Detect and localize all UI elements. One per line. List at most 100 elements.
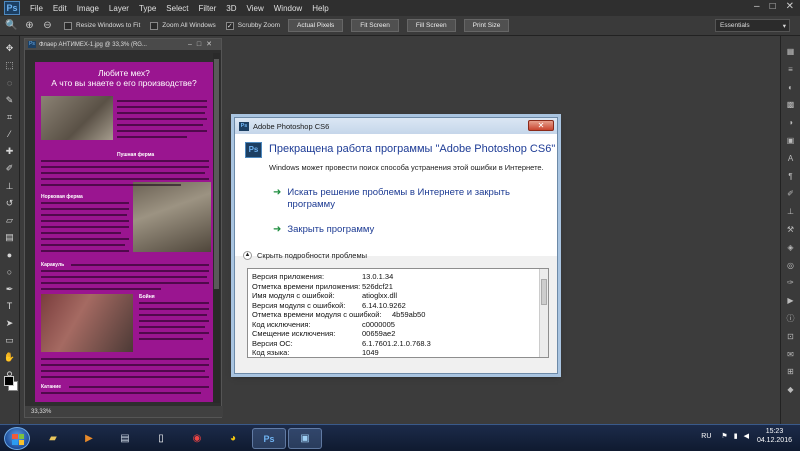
actual-pixels-button[interactable]: Actual Pixels: [288, 19, 344, 32]
flag-icon[interactable]: ⚑: [721, 432, 727, 440]
dialog-titlebar[interactable]: Ps Adobe Photoshop CS6 ✕: [235, 118, 557, 134]
eraser-tool-icon[interactable]: ▱: [3, 214, 16, 227]
app-window-icon: ▤: [120, 433, 130, 444]
menu-file[interactable]: File: [25, 4, 48, 13]
lasso-tool-icon[interactable]: ◌: [3, 76, 16, 89]
swatches-panel-icon[interactable]: ▩: [785, 99, 796, 110]
text-line: [139, 338, 203, 341]
foreground-color-swatch[interactable]: [4, 376, 14, 386]
layers-panel-icon[interactable]: ◈: [785, 242, 796, 253]
3d-panel-icon[interactable]: ◆: [785, 384, 796, 395]
tool-presets-panel-icon[interactable]: ⚒: [785, 224, 796, 235]
info-panel-icon[interactable]: ⓘ: [785, 313, 796, 324]
stamp-tool-icon[interactable]: ⊥: [3, 180, 16, 193]
fill-screen-button[interactable]: Fill Screen: [406, 19, 456, 32]
hand-tool-icon[interactable]: ✋: [3, 351, 16, 364]
language-indicator[interactable]: RU: [701, 433, 711, 440]
crop-tool-icon[interactable]: ⌗: [3, 111, 16, 124]
hide-details-toggle[interactable]: ▲ Скрыть подробности проблемы: [243, 251, 367, 260]
text-line: [41, 238, 129, 241]
path-select-tool-icon[interactable]: ➤: [3, 317, 16, 330]
taskbar-app-3[interactable]: ▤: [108, 428, 142, 449]
healing-tool-icon[interactable]: ✚: [3, 145, 16, 158]
problem-details-box[interactable]: Версия приложения: 13.0.1.34 Отметка врем…: [247, 268, 549, 358]
menu-select[interactable]: Select: [161, 4, 193, 13]
scrollbar-thumb[interactable]: [541, 279, 547, 305]
print-size-button[interactable]: Print Size: [463, 19, 510, 32]
move-tool-icon[interactable]: ✥: [3, 42, 16, 55]
scrollbar-thumb[interactable]: [214, 59, 219, 289]
document-window-controls[interactable]: –□✕: [188, 40, 217, 48]
zoom-tool-icon[interactable]: 🔍: [5, 19, 18, 32]
menu-window[interactable]: Window: [269, 4, 307, 13]
channels-panel-icon[interactable]: ◎: [785, 260, 796, 271]
details-row: Код языка: 1049: [252, 348, 542, 357]
menu-type[interactable]: Type: [134, 4, 161, 13]
quick-select-tool-icon[interactable]: ✎: [3, 94, 16, 107]
menu-edit[interactable]: Edit: [48, 4, 72, 13]
menu-image[interactable]: Image: [72, 4, 104, 13]
taskbar-chrome[interactable]: ◕: [216, 428, 250, 449]
taskbar-photoshop[interactable]: Ps: [252, 428, 286, 449]
brush-panel-icon[interactable]: ✐: [785, 188, 796, 199]
menu-layer[interactable]: Layer: [104, 4, 134, 13]
volume-icon[interactable]: ◀: [744, 432, 749, 440]
dialog-close-button[interactable]: ✕: [528, 120, 554, 131]
resize-windows-checkbox[interactable]: Resize Windows to Fit: [64, 21, 140, 30]
clone-source-panel-icon[interactable]: ⊥: [785, 206, 796, 217]
maximize-icon[interactable]: □: [770, 1, 776, 12]
search-solution-command[interactable]: ➜ Искать решение проблемы в Интернете и …: [273, 187, 543, 211]
actions-panel-icon[interactable]: ▶: [785, 295, 796, 306]
eyedropper-tool-icon[interactable]: ⁄: [3, 128, 16, 141]
styles-panel-icon[interactable]: ▣: [785, 135, 796, 146]
type-tool-icon[interactable]: T: [3, 300, 16, 313]
menu-3d[interactable]: 3D: [221, 4, 241, 13]
document-canvas[interactable]: Любите мех? А что вы знаете о его произв…: [35, 62, 213, 402]
minimize-icon[interactable]: –: [754, 1, 760, 12]
character-panel-icon[interactable]: A: [785, 153, 796, 164]
menu-view[interactable]: View: [242, 4, 269, 13]
taskbar-media-player[interactable]: ▶: [72, 428, 106, 449]
timeline-panel-icon[interactable]: ⊞: [785, 366, 796, 377]
start-button[interactable]: [4, 427, 30, 450]
zoom-in-icon[interactable]: ⊕: [23, 19, 36, 32]
scrubby-zoom-checkbox[interactable]: ✓ Scrubby Zoom: [225, 21, 280, 30]
document-scrollbar[interactable]: [213, 53, 220, 403]
history-brush-icon[interactable]: ↺: [3, 197, 16, 210]
history-panel-icon[interactable]: ▦: [785, 46, 796, 57]
notes-panel-icon[interactable]: ✉: [785, 349, 796, 360]
navigator-panel-icon[interactable]: ⊡: [785, 331, 796, 342]
taskbar-explorer[interactable]: ▰: [36, 428, 70, 449]
workspace-select[interactable]: Essentials ▾: [715, 19, 790, 32]
zoom-level[interactable]: 33,33%: [31, 409, 51, 415]
document-tab[interactable]: Ps Флаер АНТИМЕХ-1.jpg @ 33,3% (RG... –□…: [25, 39, 221, 50]
gradient-tool-icon[interactable]: ▤: [3, 231, 16, 244]
paths-panel-icon[interactable]: ✑: [785, 277, 796, 288]
zoom-all-checkbox[interactable]: Zoom All Windows: [150, 21, 216, 30]
network-icon[interactable]: ▮: [734, 432, 738, 440]
clock[interactable]: 15:23 04.12.2016: [757, 427, 792, 445]
hide-details-label: Скрыть подробности проблемы: [257, 251, 367, 260]
adjustments-panel-icon[interactable]: ◑: [785, 117, 796, 128]
paragraph-panel-icon[interactable]: ¶: [785, 171, 796, 182]
close-program-command[interactable]: ➜ Закрыть программу: [273, 224, 374, 236]
fit-screen-button[interactable]: Fit Screen: [351, 19, 399, 32]
arrow-right-icon: ➜: [273, 224, 282, 235]
brush-tool-icon[interactable]: ✐: [3, 162, 16, 175]
close-icon[interactable]: ✕: [786, 1, 794, 12]
menu-filter[interactable]: Filter: [194, 4, 222, 13]
details-scrollbar[interactable]: [539, 269, 548, 357]
menu-help[interactable]: Help: [307, 4, 333, 13]
taskbar-error-dialog[interactable]: ▣: [288, 428, 322, 449]
color-panel-icon[interactable]: ◐: [785, 82, 796, 93]
taskbar-document[interactable]: ▯: [144, 428, 178, 449]
pen-tool-icon[interactable]: ✒: [3, 283, 16, 296]
dodge-tool-icon[interactable]: ○: [3, 265, 16, 278]
shape-tool-icon[interactable]: ▭: [3, 334, 16, 347]
blur-tool-icon[interactable]: ●: [3, 248, 16, 261]
properties-panel-icon[interactable]: ≡: [785, 64, 796, 75]
taskbar-eye-app[interactable]: ◉: [180, 428, 214, 449]
marquee-tool-icon[interactable]: ⬚: [3, 59, 16, 72]
flyer-title: Любите мех? А что вы знаете о его произв…: [35, 68, 213, 88]
zoom-out-icon[interactable]: ⊖: [41, 19, 54, 32]
